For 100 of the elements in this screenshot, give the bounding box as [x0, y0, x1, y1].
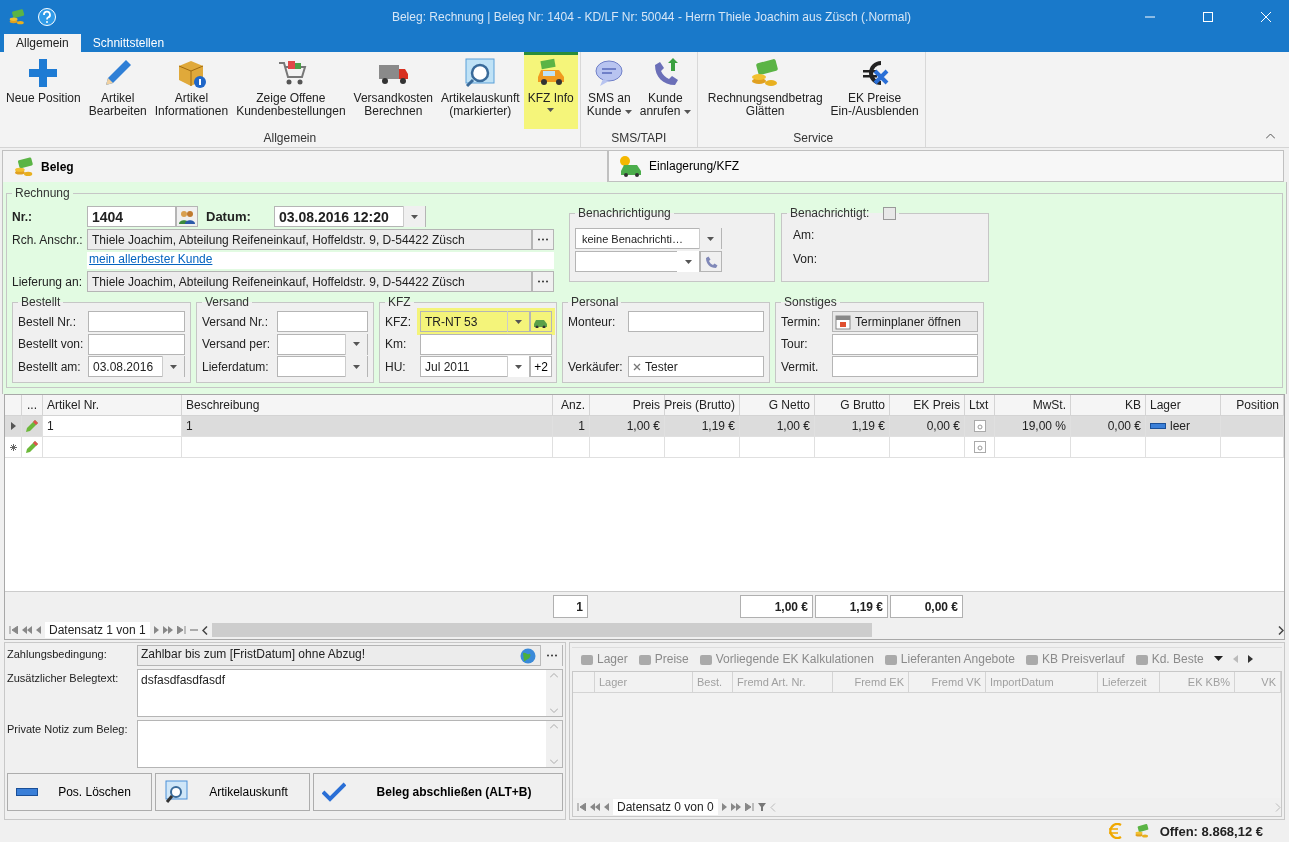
- table-cell: 1: [43, 416, 182, 437]
- caret-icon: [411, 214, 418, 219]
- column-header[interactable]: Artikel Nr.: [43, 395, 182, 416]
- group-title: Bestellt: [20, 295, 62, 309]
- ribbon-tab[interactable]: Allgemein: [4, 34, 81, 52]
- ribbon-button[interactable]: Artikelauskunft (markierter): [437, 52, 524, 129]
- maximize-icon: [1203, 12, 1213, 22]
- column-header[interactable]: G Netto: [740, 395, 815, 416]
- chevron-right-icon[interactable]: [1278, 625, 1284, 635]
- caret-icon[interactable]: [1213, 656, 1223, 661]
- ribbon-button[interactable]: Artikel Bearbeiten: [84, 52, 151, 129]
- checkbox[interactable]: [883, 206, 897, 220]
- number-field[interactable]: 1404: [87, 206, 176, 227]
- column-header[interactable]: KB: [1071, 395, 1146, 416]
- table-cell: 1,19 €: [815, 416, 890, 437]
- first-record-icon: [577, 803, 586, 811]
- text-field[interactable]: [420, 333, 552, 355]
- ribbon-button[interactable]: KFZ Info: [523, 52, 578, 129]
- dropdown-field[interactable]: [277, 356, 368, 377]
- field-label: Zusätzlicher Belegtext:: [7, 671, 120, 686]
- column-header[interactable]: Lager: [1146, 395, 1221, 416]
- ribbon-button[interactable]: EK Preise Ein-/Ausblenden: [826, 52, 923, 129]
- column-header[interactable]: ...: [22, 395, 43, 416]
- ribbon-tab[interactable]: Schnittstellen: [80, 34, 177, 52]
- ribbon-button[interactable]: Rechnungsendbetrag Glätten: [703, 52, 827, 129]
- document-tab[interactable]: Einlagerung/KFZ: [608, 150, 1284, 182]
- ribbon-button[interactable]: Kunde anrufen: [635, 52, 695, 129]
- action-button[interactable]: Beleg abschließen (ALT+B): [313, 773, 563, 811]
- add-vehicle-button[interactable]: [530, 311, 552, 332]
- phone-icon: [704, 254, 718, 269]
- dropdown-field[interactable]: TR-NT 53: [420, 311, 530, 332]
- dropdown-field[interactable]: Jul 2011: [420, 356, 530, 377]
- document-tab[interactable]: Beleg: [2, 150, 608, 182]
- column-header[interactable]: EK Preis: [890, 395, 965, 416]
- dropdown-field[interactable]: 03.08.2016: [88, 356, 185, 377]
- call-button[interactable]: [700, 251, 722, 272]
- ribbon-button[interactable]: SMS an Kunde: [582, 52, 636, 129]
- address-field[interactable]: Thiele Joachim, Abteilung Reifeneinkauf, Hoffeldstr. 9, D-54422 Züsch: [87, 271, 532, 292]
- dropdown-field[interactable]: [575, 251, 700, 272]
- caret-icon: [353, 364, 360, 369]
- collapse-icon[interactable]: [1266, 133, 1275, 139]
- column-header[interactable]: Beschreibung: [182, 395, 553, 416]
- table-cell: 19,00 %: [995, 416, 1071, 437]
- text-field[interactable]: [88, 333, 185, 355]
- column-header[interactable]: G Brutto: [815, 395, 890, 416]
- dropdown-field[interactable]: keine Benachrichti…: [575, 228, 722, 249]
- globe-icon: [520, 647, 536, 664]
- scheduler-button[interactable]: Terminplaner öffnen: [832, 311, 978, 332]
- scroll-down-icon: [550, 708, 558, 713]
- table-row[interactable]: 1 1 1 1,00 € 1,19 € 1,00 € 1,19 € 0,00 € 19,00 % 0,00 € leer: [5, 416, 1284, 437]
- table-cell: 1,00 €: [740, 416, 815, 437]
- chevron-left-icon[interactable]: [201, 625, 208, 635]
- column-header[interactable]: Preis (Brutto): [665, 395, 740, 416]
- column-header[interactable]: Ltxt: [965, 395, 995, 416]
- ribbon-button[interactable]: Zeige Offene Kundenbestellungen: [232, 52, 350, 129]
- scroll-right-icon[interactable]: [1247, 654, 1253, 663]
- column-header[interactable]: MwSt.: [995, 395, 1071, 416]
- token-field[interactable]: Tester: [628, 356, 764, 377]
- help-icon[interactable]: [38, 8, 56, 26]
- first-record-icon: [9, 626, 18, 634]
- record-counter: Datensatz 1 von 1: [45, 622, 150, 638]
- field-label: Monteur:: [568, 314, 617, 329]
- action-button[interactable]: Artikelauskunft: [155, 773, 310, 811]
- more-button[interactable]: [532, 229, 554, 250]
- ribbon-button[interactable]: Neue Position: [2, 52, 85, 129]
- customer-button[interactable]: [176, 206, 198, 227]
- column-header[interactable]: Anz.: [553, 395, 590, 416]
- field-label: Private Notiz zum Beleg:: [7, 722, 129, 737]
- payment-terms-field[interactable]: Zahlbar bis zum [FristDatum] ohne Abzug!: [137, 645, 563, 666]
- scroll-left-icon[interactable]: [1232, 654, 1238, 663]
- text-field[interactable]: [628, 311, 764, 332]
- date-field[interactable]: 03.08.2016 12:20: [274, 206, 426, 227]
- last-record-icon: [744, 803, 754, 811]
- scroll-up-icon: [550, 724, 558, 729]
- previous-page-icon: [22, 626, 32, 634]
- more-button[interactable]: [532, 271, 554, 292]
- field-label: Von:: [793, 252, 819, 266]
- total-field: 1: [553, 595, 588, 618]
- dropdown-field[interactable]: [277, 333, 368, 355]
- field-label: Lieferdatum:: [202, 359, 270, 374]
- group-label: SMS/TAPI: [610, 130, 668, 147]
- table-cell: leer: [1146, 416, 1221, 437]
- text-field[interactable]: [832, 333, 978, 355]
- group-title: Personal: [570, 295, 620, 309]
- text-field[interactable]: [277, 311, 368, 332]
- text-area[interactable]: [137, 720, 563, 768]
- action-button[interactable]: Pos. Löschen: [7, 773, 152, 811]
- record-counter: Datensatz 0 von 0: [613, 799, 718, 815]
- ribbon-button[interactable]: Versandkosten Berechnen: [349, 52, 437, 129]
- column-header[interactable]: Position: [1221, 395, 1284, 416]
- column-header[interactable]: Preis: [590, 395, 665, 416]
- text-field[interactable]: [88, 311, 185, 332]
- address-field[interactable]: Thiele Joachim, Abteilung Reifeneinkauf, Hoffeldstr. 9, D-54422 Züsch: [87, 229, 532, 250]
- text-field[interactable]: [832, 356, 978, 377]
- magnifier-icon: [464, 57, 497, 89]
- increment-button[interactable]: +2: [530, 356, 552, 377]
- text-area[interactable]: dsfasdfasdfasdf: [137, 669, 563, 717]
- table-row[interactable]: [5, 437, 1284, 458]
- ribbon-button[interactable]: Artikel Informationen: [150, 52, 233, 129]
- scrollbar-thumb[interactable]: [211, 623, 872, 637]
